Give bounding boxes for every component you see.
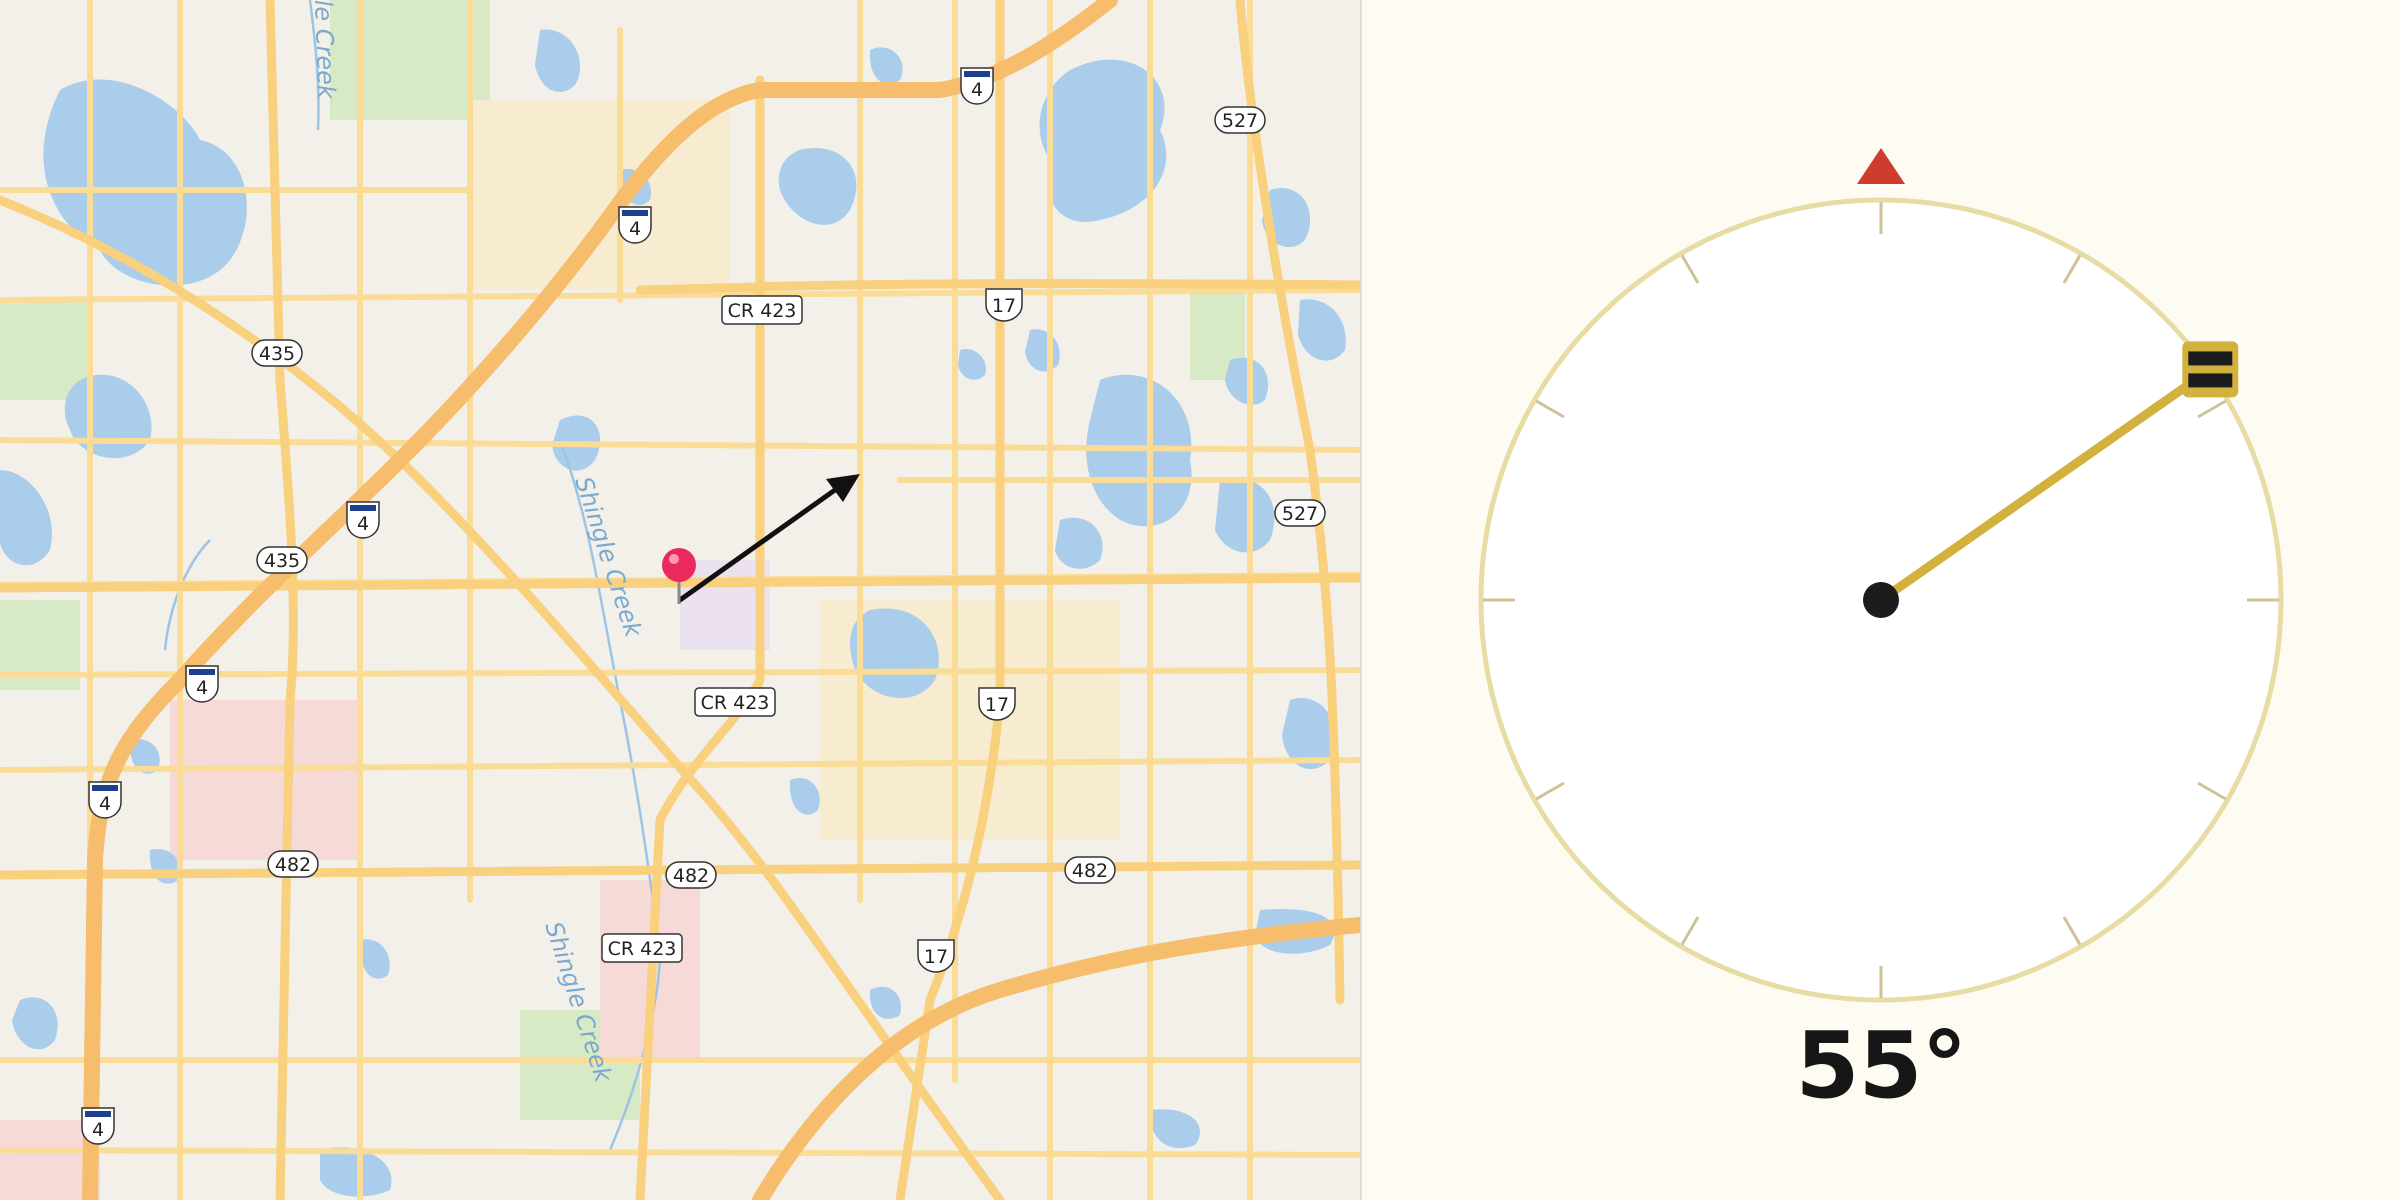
lake — [1025, 329, 1060, 372]
road-435 — [265, 0, 298, 1200]
svg-text:4: 4 — [99, 793, 111, 815]
lake — [64, 374, 152, 459]
road-label-cr423: CR 423 — [601, 933, 683, 963]
interstate-4-shield: 4 — [960, 67, 994, 105]
svg-text:4: 4 — [196, 677, 208, 699]
park-area — [330, 0, 490, 120]
map-view[interactable]: Shingle Creek Shingle Creek le Creek CR … — [0, 0, 1360, 1200]
lake — [1055, 517, 1103, 569]
svg-text:482: 482 — [673, 865, 709, 887]
svg-text:17: 17 — [985, 694, 1009, 716]
svg-text:CR 423: CR 423 — [701, 692, 770, 714]
map-canvas[interactable]: Shingle Creek Shingle Creek le Creek CR … — [0, 0, 1360, 1200]
needle-drag-handle[interactable] — [2182, 341, 2239, 398]
svg-text:527: 527 — [1222, 110, 1258, 132]
lake — [1149, 1109, 1200, 1149]
svg-text:17: 17 — [992, 295, 1016, 317]
interstate-4-shield: 4 — [185, 665, 219, 703]
road-label-482: 482 — [267, 850, 319, 878]
interstate-4-shield: 4 — [346, 501, 380, 539]
interstate-4-shield: 4 — [88, 781, 122, 819]
compass-panel: 55° — [1362, 0, 2400, 1200]
road-label-527: 527 — [1274, 499, 1326, 527]
heading-readout: 55° — [1795, 1012, 1967, 1119]
svg-text:CR 423: CR 423 — [728, 300, 797, 322]
lake — [43, 79, 247, 286]
svg-text:482: 482 — [1072, 860, 1108, 882]
creek-label: le Creek — [309, 0, 340, 100]
road-label-482: 482 — [1064, 856, 1116, 884]
svg-text:482: 482 — [275, 854, 311, 876]
svg-text:435: 435 — [259, 343, 295, 365]
us-17-shield: 17 — [978, 687, 1016, 721]
retail-area — [170, 700, 360, 860]
us-17-shield: 17 — [917, 939, 955, 973]
road-label-527: 527 — [1214, 106, 1266, 134]
svg-text:4: 4 — [629, 218, 641, 240]
road — [0, 1147, 1360, 1158]
svg-text:527: 527 — [1282, 503, 1318, 525]
lake — [789, 778, 820, 815]
road-label-435: 435 — [251, 339, 303, 367]
lake — [869, 986, 901, 1019]
compass-hub — [1863, 582, 1899, 618]
road-label-cr423: CR 423 — [721, 295, 803, 325]
north-triangle-icon — [1857, 148, 1905, 184]
lake — [958, 349, 986, 380]
lake — [12, 997, 58, 1050]
lake — [320, 1147, 392, 1197]
lake — [778, 148, 857, 225]
interstate-4-shield: 4 — [618, 206, 652, 244]
lake — [359, 939, 390, 979]
lake — [1298, 299, 1346, 361]
lake — [1225, 357, 1269, 405]
lake — [869, 47, 903, 84]
creek-line — [163, 539, 211, 651]
road-label-482: 482 — [665, 861, 717, 889]
road-label-cr423: CR 423 — [694, 687, 776, 717]
us-17-shield: 17 — [985, 288, 1023, 322]
lake — [1215, 478, 1275, 553]
svg-text:4: 4 — [357, 513, 369, 535]
road-label-435: 435 — [256, 546, 308, 574]
svg-text:17: 17 — [924, 946, 948, 968]
svg-text:4: 4 — [971, 79, 983, 101]
lake — [0, 470, 52, 566]
svg-text:CR 423: CR 423 — [608, 938, 677, 960]
lake — [535, 29, 581, 93]
creek-label: Shingle Creek — [569, 473, 647, 641]
svg-text:435: 435 — [264, 550, 300, 572]
interstate-4-shield: 4 — [81, 1107, 115, 1145]
svg-text:4: 4 — [92, 1119, 104, 1141]
